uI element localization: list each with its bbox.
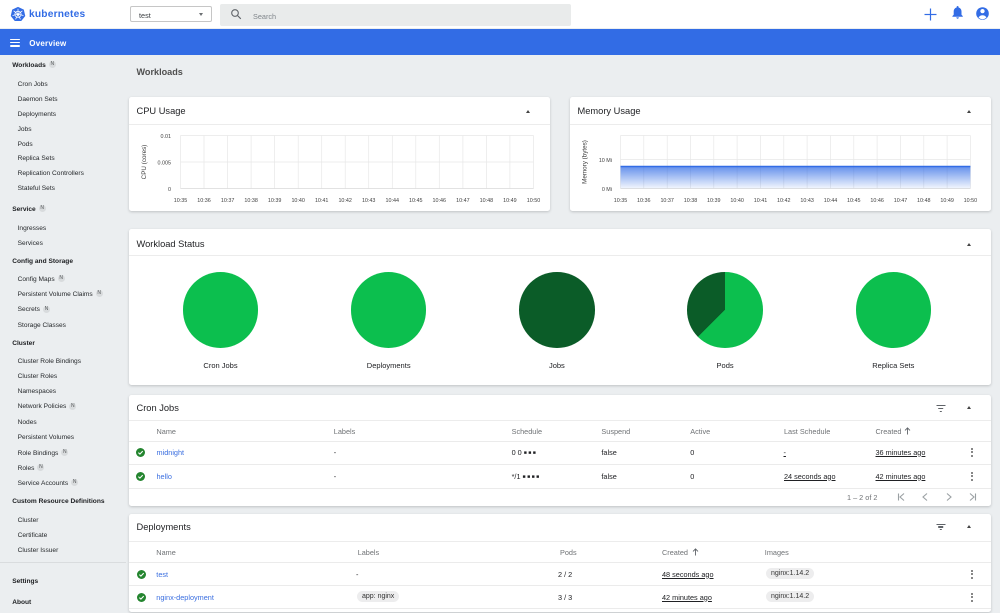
svg-text:10:43: 10:43 xyxy=(362,198,376,204)
svg-text:10:40: 10:40 xyxy=(291,198,305,204)
svg-text:10:41: 10:41 xyxy=(754,198,768,204)
svg-text:10:41: 10:41 xyxy=(315,198,329,204)
svg-text:10:35: 10:35 xyxy=(614,198,628,204)
svg-text:0.01: 0.01 xyxy=(161,134,172,140)
svg-text:10:47: 10:47 xyxy=(456,198,470,204)
svg-text:10:35: 10:35 xyxy=(174,198,188,204)
svg-text:10:47: 10:47 xyxy=(894,198,908,204)
svg-text:10 Mi: 10 Mi xyxy=(599,158,612,164)
svg-text:10:50: 10:50 xyxy=(527,198,541,204)
svg-text:10:44: 10:44 xyxy=(386,198,400,204)
svg-text:10:40: 10:40 xyxy=(730,198,744,204)
svg-text:10:46: 10:46 xyxy=(433,198,447,204)
svg-text:10:48: 10:48 xyxy=(917,198,931,204)
svg-text:10:48: 10:48 xyxy=(480,198,494,204)
svg-text:10:36: 10:36 xyxy=(197,198,211,204)
svg-text:10:36: 10:36 xyxy=(637,198,651,204)
svg-text:10:38: 10:38 xyxy=(244,198,257,204)
svg-text:CPU (cores): CPU (cores) xyxy=(141,145,148,180)
svg-text:0.005: 0.005 xyxy=(158,160,172,166)
svg-text:10:44: 10:44 xyxy=(824,198,838,204)
svg-text:10:45: 10:45 xyxy=(409,198,423,204)
svg-text:10:37: 10:37 xyxy=(221,198,235,204)
svg-text:10:49: 10:49 xyxy=(503,198,517,204)
svg-text:10:42: 10:42 xyxy=(338,198,352,204)
svg-text:10:45: 10:45 xyxy=(847,198,861,204)
svg-text:Memory (bytes): Memory (bytes) xyxy=(582,140,589,184)
svg-text:0: 0 xyxy=(168,187,171,193)
svg-text:10:39: 10:39 xyxy=(268,198,282,204)
svg-text:10:49: 10:49 xyxy=(940,198,954,204)
svg-text:10:37: 10:37 xyxy=(660,198,674,204)
svg-text:10:43: 10:43 xyxy=(800,198,814,204)
svg-text:10:38: 10:38 xyxy=(684,198,698,204)
svg-text:10:46: 10:46 xyxy=(870,198,884,204)
svg-text:10:50: 10:50 xyxy=(964,198,978,204)
svg-text:10:39: 10:39 xyxy=(707,198,721,204)
svg-text:0 Mi: 0 Mi xyxy=(602,187,612,193)
svg-text:10:42: 10:42 xyxy=(777,198,791,204)
